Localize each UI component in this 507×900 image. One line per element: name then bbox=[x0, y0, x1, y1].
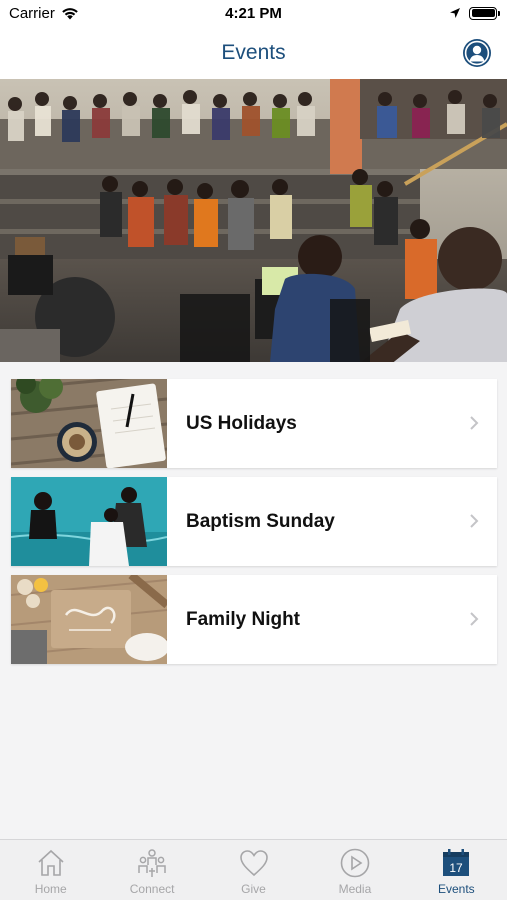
baptism-photo bbox=[11, 477, 167, 566]
wifi-icon bbox=[62, 7, 78, 19]
event-thumbnail bbox=[11, 575, 167, 664]
tab-media[interactable]: Media bbox=[304, 840, 405, 900]
tab-label: Connect bbox=[129, 882, 175, 896]
tab-give[interactable]: Give bbox=[203, 840, 304, 900]
tab-label: Events bbox=[437, 882, 475, 896]
user-icon bbox=[464, 40, 490, 66]
status-right bbox=[449, 6, 500, 20]
home-icon bbox=[38, 849, 64, 876]
location-arrow-icon bbox=[450, 8, 460, 18]
event-title: Baptism Sunday bbox=[186, 510, 335, 532]
tab-home[interactable]: Home bbox=[0, 840, 101, 900]
people-icon bbox=[138, 849, 166, 877]
status-bar: Carrier 4:21 PM bbox=[0, 0, 507, 26]
hero-image bbox=[0, 79, 507, 362]
event-card-family-night[interactable]: Family Night bbox=[11, 575, 497, 664]
calendar-day-number: 17 bbox=[450, 861, 464, 875]
battery-icon bbox=[469, 6, 500, 20]
family-board-photo bbox=[11, 575, 167, 664]
chevron-right-icon bbox=[470, 612, 479, 626]
event-card-us-holidays[interactable]: US Holidays bbox=[11, 379, 497, 468]
chevron-right-icon bbox=[470, 416, 479, 430]
tab-bar: Home Connect Give Media 17 Events bbox=[0, 839, 507, 900]
tab-label: Give bbox=[241, 882, 266, 896]
tab-connect[interactable]: Connect bbox=[101, 840, 202, 900]
event-title: Family Night bbox=[186, 608, 301, 630]
nav-bar: Events bbox=[0, 26, 507, 79]
calendar-icon: 17 bbox=[443, 849, 470, 876]
event-thumbnail bbox=[11, 477, 167, 566]
tab-label: Media bbox=[338, 882, 372, 896]
status-left: Carrier bbox=[9, 5, 79, 22]
event-card-baptism-sunday[interactable]: Baptism Sunday bbox=[11, 477, 497, 566]
event-thumbnail bbox=[11, 379, 167, 468]
page-title: Events bbox=[221, 40, 286, 64]
event-list: US Holidays Baptism Sunday Family Night bbox=[11, 379, 497, 673]
event-title: US Holidays bbox=[186, 412, 297, 434]
profile-button[interactable] bbox=[463, 39, 491, 67]
chevron-right-icon bbox=[470, 514, 479, 528]
play-icon bbox=[340, 848, 370, 878]
congregation-photo bbox=[0, 79, 507, 362]
heart-icon bbox=[239, 850, 268, 877]
carrier-label: Carrier bbox=[9, 4, 55, 22]
planner-photo bbox=[11, 379, 167, 468]
tab-label: Home bbox=[34, 882, 67, 896]
tab-events[interactable]: 17 Events bbox=[406, 840, 507, 900]
